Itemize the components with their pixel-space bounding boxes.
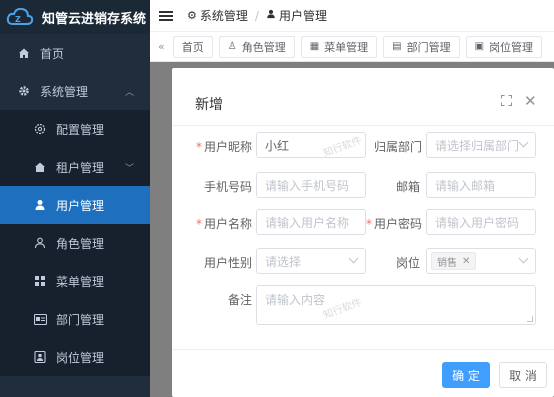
app-title: 知管云进销存系统 xyxy=(42,11,147,27)
cancel-button[interactable]: 取 消 xyxy=(499,362,547,388)
chevron-down-icon: ﹀ xyxy=(124,164,134,174)
dept-label: 归属部门 xyxy=(374,140,423,154)
badge-icon xyxy=(33,350,47,364)
post-select[interactable]: 销售 ✕ xyxy=(426,248,536,274)
tag-label: 岗位管理 xyxy=(489,40,534,54)
post-tag: 销售 ✕ xyxy=(431,252,477,270)
tags-view: « 首页 ♙ 角色管理 ▦ 菜单管理 ▤ 部门管理 ▣ 岗位管理 xyxy=(150,32,554,62)
settings-icon xyxy=(33,122,47,136)
sidebar-item-config[interactable]: 配置管理 xyxy=(0,110,150,148)
password-label: * 用户密码 xyxy=(366,217,423,231)
tag-roles[interactable]: ♙ 角色管理 xyxy=(218,35,295,58)
sidebar-item-label: 配置管理 xyxy=(56,122,105,137)
password-input[interactable]: 请输入用户密码 xyxy=(426,209,536,235)
tag-home[interactable]: 首页 xyxy=(172,35,213,58)
sidebar-item-depts[interactable]: 部门管理 xyxy=(0,300,150,338)
dialog-title: 新增 xyxy=(195,97,223,113)
sidebar-item-label: 岗位管理 xyxy=(56,350,105,365)
double-chevron-left-icon[interactable]: « xyxy=(158,40,165,53)
chevron-down-icon xyxy=(518,253,529,264)
chevron-up-icon: ︿ xyxy=(124,88,134,98)
tag-posts[interactable]: ▣ 岗位管理 xyxy=(465,35,543,58)
brand: Z 知管云进销存系统 xyxy=(0,0,150,34)
tag-label: 角色管理 xyxy=(241,40,286,54)
id-card-icon: ▤ xyxy=(392,41,402,52)
sidebar-item-label: 租户管理 xyxy=(56,160,105,175)
remark-placeholder: 请输入内容 xyxy=(265,293,326,307)
phone-label: 手机号码 xyxy=(204,180,253,194)
tag-depts[interactable]: ▤ 部门管理 xyxy=(383,35,460,58)
dept-select[interactable]: 请选择归属部门 xyxy=(426,132,536,158)
tag-label: 部门管理 xyxy=(406,40,451,54)
sidebar-item-roles[interactable]: 角色管理 xyxy=(0,224,150,262)
sidebar-item-posts[interactable]: 岗位管理 xyxy=(0,338,150,376)
house-icon xyxy=(33,160,47,174)
fullscreen-icon[interactable] xyxy=(501,95,512,106)
sidebar-item-system[interactable]: 系统管理 ︿ xyxy=(0,72,150,110)
tag-label: 菜单管理 xyxy=(324,40,369,54)
sidebar-item-label: 用户管理 xyxy=(56,198,105,213)
nickname-label: * 用户昵称 xyxy=(196,140,253,154)
breadcrumb-item[interactable]: 系统管理 xyxy=(200,7,248,24)
grid-icon xyxy=(33,274,47,288)
sidebar-item-label: 部门管理 xyxy=(56,312,105,327)
post-label: 岗位 xyxy=(396,256,421,270)
close-icon[interactable]: ✕ xyxy=(462,256,470,267)
divider xyxy=(172,349,554,350)
breadcrumb: ⚙ 系统管理 / 用户管理 xyxy=(187,7,327,24)
sidebar-item-users[interactable]: 用户管理 xyxy=(0,186,150,224)
remark-label: 备注 xyxy=(228,293,253,307)
breadcrumb-item: 用户管理 xyxy=(278,9,327,23)
sidebar-item-label: 首页 xyxy=(40,46,65,61)
tag-menus[interactable]: ▦ 菜单管理 xyxy=(300,35,378,58)
gender-label: 用户性别 xyxy=(204,256,253,270)
remark-textarea[interactable]: 请输入内容 xyxy=(256,285,536,325)
user-icon xyxy=(266,9,276,22)
cloud-logo-icon: Z xyxy=(6,6,34,28)
username-input[interactable]: 请输入用户名称 xyxy=(256,209,366,235)
sidebar-item-label: 系统管理 xyxy=(40,84,89,99)
sidebar-item-label: 角色管理 xyxy=(56,236,105,251)
phone-input[interactable]: 请输入手机号码 xyxy=(256,172,366,198)
sidebar-item-tenant[interactable]: 租户管理 ﹀ xyxy=(0,148,150,186)
email-input[interactable]: 请输入邮箱 xyxy=(426,172,536,198)
svg-text:Z: Z xyxy=(15,15,21,24)
email-label: 邮箱 xyxy=(396,180,421,194)
sidebar-item-home[interactable]: 首页 xyxy=(0,34,150,72)
user-icon xyxy=(33,198,47,212)
person-outline-icon xyxy=(33,236,47,250)
tag-label: 首页 xyxy=(181,40,204,54)
id-card-icon xyxy=(33,312,47,326)
add-user-dialog: 新增 ✕ * 用户昵称 小红 归属部门 请选择归属部门 手机号码 请输入手机号码 … xyxy=(172,68,554,397)
top-header: ⚙ 系统管理 / 用户管理 xyxy=(150,0,554,32)
home-icon xyxy=(17,46,31,60)
chevron-down-icon xyxy=(348,253,359,264)
divider xyxy=(172,125,554,126)
badge-icon: ▣ xyxy=(474,41,485,52)
close-icon[interactable]: ✕ xyxy=(524,92,537,110)
person-outline-icon: ♙ xyxy=(227,41,237,52)
hamburger-icon[interactable] xyxy=(159,10,173,21)
confirm-button[interactable]: 确 定 xyxy=(442,362,490,388)
gear-icon: ⚙ xyxy=(187,9,197,22)
gear-icon xyxy=(17,84,31,98)
sidebar: Z 知管云进销存系统 首页 系统管理 ︿ 配置管理 租户管理 ﹀ 用户管理 角色… xyxy=(0,0,150,397)
breadcrumb-separator: / xyxy=(254,8,259,23)
username-label: * 用户名称 xyxy=(196,217,253,231)
chevron-down-icon xyxy=(518,137,529,148)
grid-icon: ▦ xyxy=(309,41,320,52)
resize-handle-icon[interactable] xyxy=(527,316,533,322)
sidebar-item-menus[interactable]: 菜单管理 xyxy=(0,262,150,300)
gender-select[interactable]: 请选择 xyxy=(256,248,366,274)
sidebar-item-label: 菜单管理 xyxy=(56,274,105,289)
